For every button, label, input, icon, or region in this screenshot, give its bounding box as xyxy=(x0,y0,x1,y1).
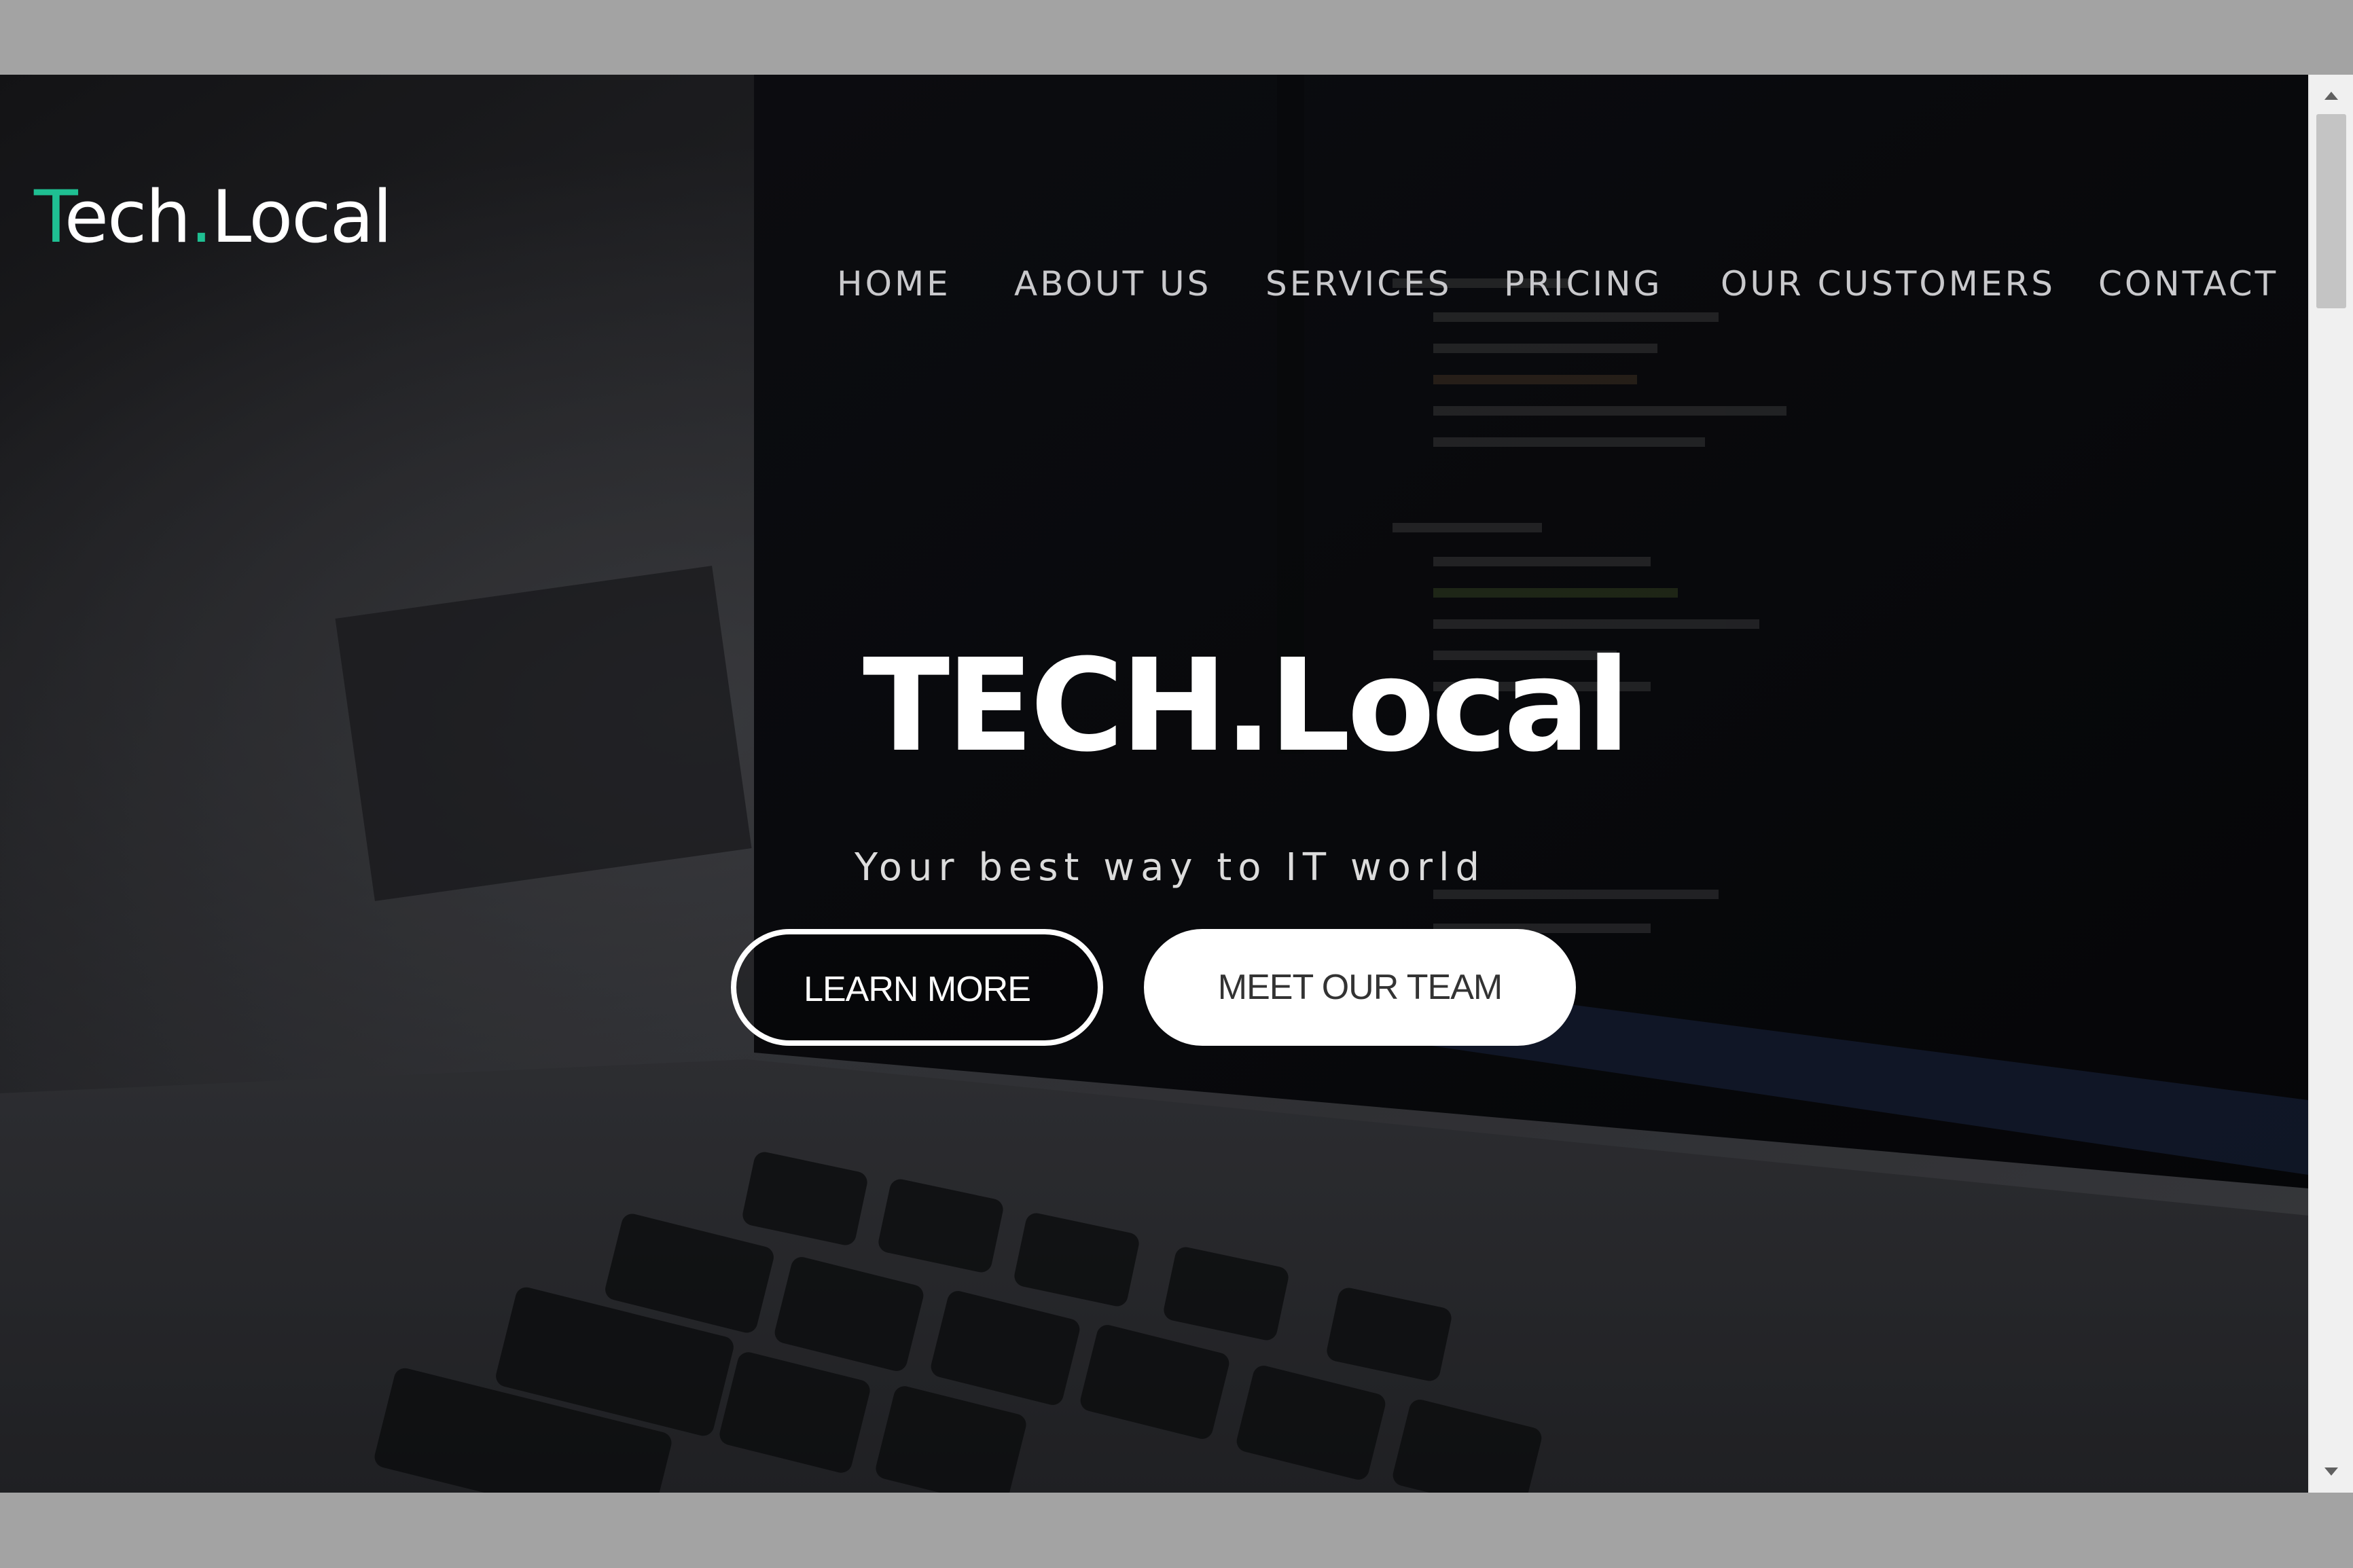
nav-our-customers[interactable]: OUR CUSTOMERS xyxy=(1721,250,2055,318)
logo-letter-t: T xyxy=(34,175,66,259)
hero-title: TECH.Local xyxy=(863,632,1630,780)
scroll-down-button[interactable] xyxy=(2310,1455,2353,1489)
triangle-up-icon xyxy=(2324,92,2338,100)
nav-contact[interactable]: CONTACT xyxy=(2098,250,2278,318)
logo-text-ech: ech xyxy=(64,175,192,259)
logo-text-local: Local xyxy=(211,175,393,259)
triangle-down-icon xyxy=(2324,1467,2338,1476)
nav-home[interactable]: HOME xyxy=(837,250,951,318)
learn-more-button[interactable]: LEARN MORE xyxy=(731,929,1103,1046)
nav-services[interactable]: SERVICES xyxy=(1265,250,1452,318)
site-logo[interactable]: Tech.Local xyxy=(34,170,393,265)
nav-pricing[interactable]: PRICING xyxy=(1504,250,1662,318)
logo-dot: . xyxy=(190,175,213,259)
hero-tagline: Your best way to IT world xyxy=(855,845,1486,890)
nav-about-us[interactable]: ABOUT US xyxy=(1014,250,1211,318)
vertical-scrollbar[interactable] xyxy=(2308,75,2353,1493)
browser-viewport: Tech.Local HOME ABOUT US SERVICES PRICIN… xyxy=(0,75,2308,1493)
meet-our-team-button[interactable]: MEET OUR TEAM xyxy=(1144,929,1576,1046)
scroll-thumb[interactable] xyxy=(2316,114,2346,308)
scroll-up-button[interactable] xyxy=(2310,79,2353,113)
